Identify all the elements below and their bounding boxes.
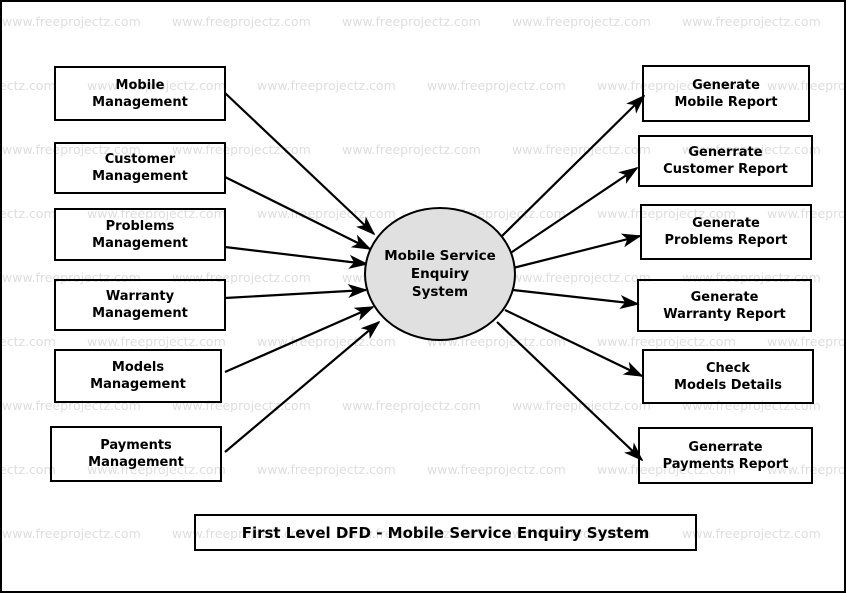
entity-label: Check Models Details [674,360,782,393]
entity-warranty-management[interactable]: Warranty Management [54,279,226,331]
entity-label: Mobile Management [92,77,188,110]
entity-check-models-details[interactable]: Check Models Details [642,349,814,404]
entity-label: Generate Warranty Report [663,289,786,322]
dfd-diagram: www.freeprojectz.com www.freeprojectz.com… [0,0,846,593]
entity-generate-customer-report[interactable]: Generrate Customer Report [638,135,813,187]
entity-label: Generrate Payments Report [662,439,789,472]
diagram-caption-box: First Level DFD - Mobile Service Enquiry… [194,514,697,551]
node-layer: Mobile Management Customer Management Pr… [2,2,844,591]
entity-models-management[interactable]: Models Management [54,349,222,403]
entity-generate-payments-report[interactable]: Generrate Payments Report [638,427,813,484]
entity-label: Problems Management [92,218,188,251]
process-label: Mobile Service Enquiry System [384,248,496,300]
entity-payments-management[interactable]: Payments Management [50,426,222,482]
entity-generate-mobile-report[interactable]: Generate Mobile Report [642,65,810,122]
entity-label: Generate Problems Report [664,216,788,248]
entity-label: Customer Management [92,152,188,184]
entity-label: Payments Management [88,438,184,470]
entity-label: Models Management [90,360,186,392]
entity-mobile-management[interactable]: Mobile Management [54,66,226,121]
entity-problems-management[interactable]: Problems Management [54,208,226,261]
entity-customer-management[interactable]: Customer Management [54,142,226,194]
entity-label: Warranty Management [92,289,188,321]
entity-label: Generrate Customer Report [663,145,788,177]
diagram-title: First Level DFD - Mobile Service Enquiry… [241,523,650,542]
entity-generate-problems-report[interactable]: Generate Problems Report [640,204,812,260]
entity-generate-warranty-report[interactable]: Generate Warranty Report [637,279,812,332]
entity-label: Generate Mobile Report [674,77,778,110]
process-mobile-service-enquiry-system[interactable]: Mobile Service Enquiry System [364,207,516,341]
